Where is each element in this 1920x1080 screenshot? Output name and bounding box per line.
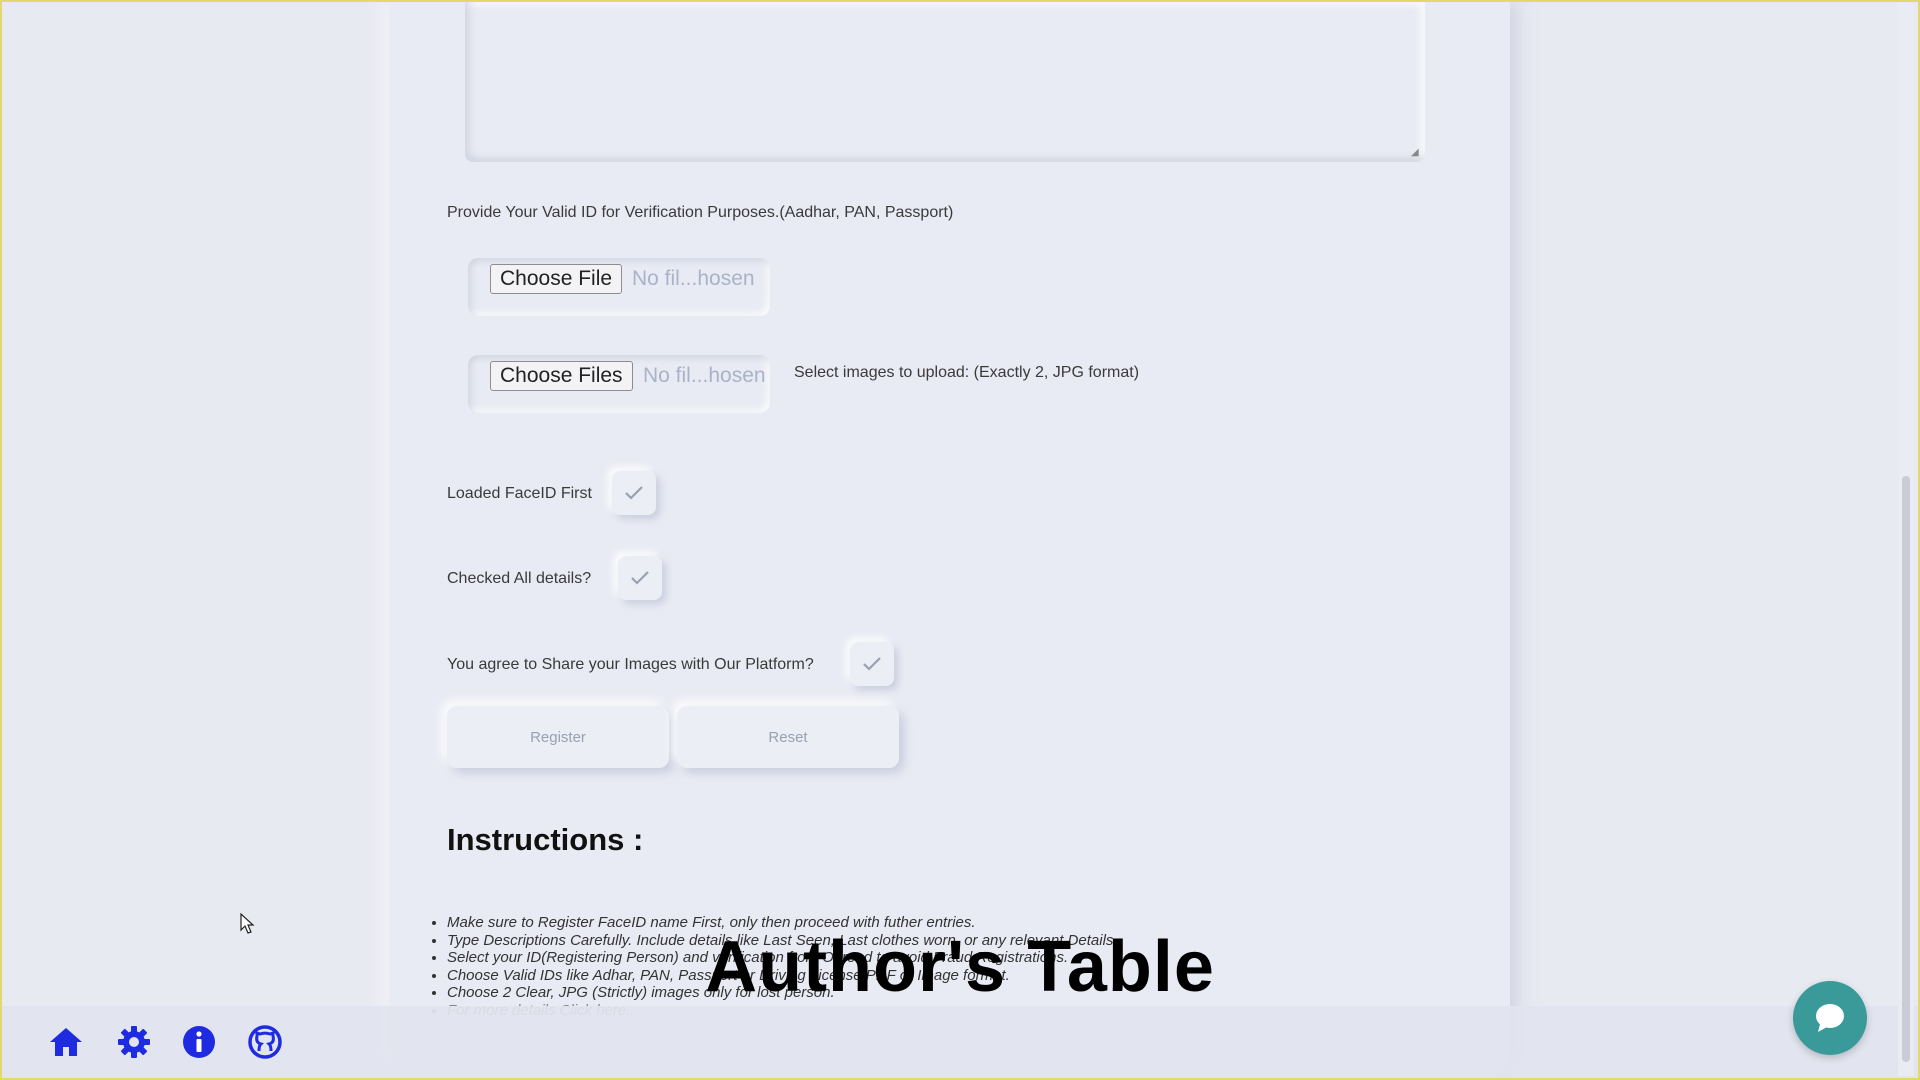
checkmark-icon — [625, 486, 643, 500]
images-file-input[interactable]: Choose Files No fil...hosen — [468, 355, 770, 413]
faceid-check-label: Loaded FaceID First — [447, 485, 592, 502]
details-check-label: Checked All details? — [447, 570, 592, 587]
share-checkbox[interactable] — [850, 642, 894, 686]
choose-files-button[interactable]: Choose Files — [490, 361, 633, 391]
choose-file-button[interactable]: Choose File — [490, 264, 623, 294]
overlay-caption: Author's Table — [705, 927, 1215, 1007]
gear-icon[interactable] — [116, 1024, 152, 1060]
share-check-label: You agree to Share your Images with Our … — [447, 656, 814, 673]
faceid-checkbox[interactable] — [612, 471, 656, 515]
bottom-toolbar — [0, 1006, 1920, 1078]
images-upload-hint: Select images to upload: (Exactly 2, JPG… — [794, 364, 1140, 381]
github-icon[interactable] — [247, 1024, 283, 1060]
home-icon[interactable] — [48, 1024, 84, 1060]
id-upload-label: Provide Your Valid ID for Verification P… — [447, 204, 954, 221]
id-file-input[interactable]: Choose File No fil...hosen — [468, 258, 770, 316]
description-textarea[interactable]: ◢ — [465, 0, 1425, 162]
info-icon[interactable] — [181, 1024, 217, 1060]
checkmark-icon — [863, 657, 881, 671]
register-button[interactable]: Register — [447, 706, 669, 768]
resize-grip-icon[interactable]: ◢ — [1411, 148, 1421, 158]
reset-button[interactable]: Reset — [677, 706, 899, 768]
checkmark-icon — [631, 571, 649, 585]
instructions-heading: Instructions : — [447, 822, 644, 857]
files-status: No fil...hosen — [643, 364, 766, 387]
file-status: No fil...hosen — [632, 267, 755, 290]
details-checkbox[interactable] — [618, 556, 662, 600]
